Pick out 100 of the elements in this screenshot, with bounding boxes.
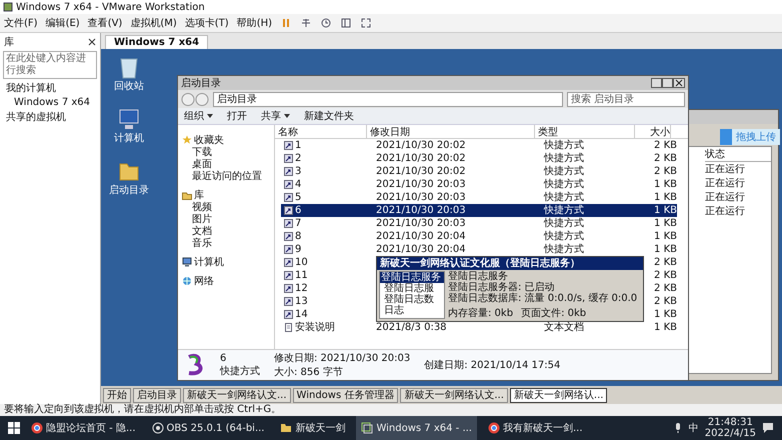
file-name[interactable]: 2 [295, 152, 302, 165]
clock[interactable]: 21:48:31 2022/4/15 [704, 417, 756, 439]
file-name: 6 [220, 352, 228, 364]
input-method-indicator[interactable]: 中 [688, 421, 699, 435]
date-cell: 2021/10/30 20:03 [376, 217, 466, 230]
file-name[interactable]: 13 [295, 295, 308, 308]
type-cell: 快捷方式 [544, 152, 584, 165]
taskbar-button[interactable]: 隐盟论坛首页 - 隐... [26, 416, 141, 440]
tree-item[interactable]: 我的计算机 [0, 81, 100, 95]
window-title: Windows 7 x64 - VMware Workstation [16, 2, 205, 12]
taskbar-button[interactable]: OBS 25.0.1 (64-bi... [146, 416, 270, 440]
file-name[interactable]: 12 [295, 282, 308, 295]
taskbar-button[interactable]: 新破天一剑 [275, 416, 350, 440]
menu-item[interactable]: 查看(V) [88, 16, 122, 30]
address-bar[interactable]: 启动目录 [213, 92, 563, 106]
fullscreen-icon[interactable] [360, 17, 372, 29]
app-icon [3, 2, 13, 12]
menu-item[interactable]: 文件(F) [4, 16, 38, 30]
tree-item[interactable]: 共享的虚拟机 [0, 110, 100, 124]
search-field[interactable]: 搜索 启动目录 [567, 92, 685, 106]
network-icon [182, 276, 192, 286]
file-name[interactable]: 3 [295, 165, 302, 178]
vm-tab[interactable]: Windows 7 x64 [105, 35, 208, 49]
network-icon[interactable] [300, 17, 312, 29]
nav-item[interactable]: 图片 [178, 214, 274, 226]
notification-icon[interactable] [762, 422, 774, 434]
shortcut-icon [284, 206, 293, 215]
taskbar-button[interactable]: 新破天一剑网络认... [510, 388, 608, 402]
file-name[interactable]: 1 [295, 139, 302, 152]
nav-item[interactable]: 音乐 [178, 238, 274, 250]
taskbar-button[interactable]: Windows 任务管理器 [292, 388, 398, 402]
windows-logo-icon[interactable] [8, 422, 20, 434]
toolbar-button[interactable]: 打开 [227, 109, 247, 123]
status-cell-text: 正在运行 [705, 176, 746, 190]
tree-item[interactable]: 登陆日志服务 [380, 272, 444, 283]
menu-item[interactable]: 虚拟机(M) [130, 16, 177, 30]
close-icon[interactable] [88, 38, 96, 46]
size-cell: 1 KB [654, 308, 677, 321]
browser-icon [31, 422, 43, 434]
toolbar-button[interactable]: 组织 [184, 109, 213, 123]
nav-item[interactable]: 计算机 [194, 255, 224, 269]
tree-item[interactable]: 登陆日志数 [380, 294, 444, 305]
file-name[interactable]: 7 [295, 217, 302, 230]
desktop-icon-label[interactable]: 启动目录 [109, 183, 149, 197]
nav-item[interactable]: 文档 [178, 226, 274, 238]
file-name[interactable]: 11 [295, 269, 308, 282]
window-controls-icon[interactable] [651, 78, 685, 88]
desktop-icon-label[interactable]: 回收站 [114, 79, 144, 93]
tree-item[interactable]: 登陆日志服 [380, 283, 444, 294]
menu-item[interactable]: 帮助(H) [236, 16, 272, 30]
menu-item[interactable]: 选项卡(T) [184, 16, 229, 30]
date-cell: 2021/10/30 20:03 [376, 178, 466, 191]
column-header[interactable]: 修改日期 [367, 125, 535, 138]
taskbar-button[interactable]: 新破天一剑网络认文... [400, 388, 508, 402]
file-name[interactable]: 14 [295, 308, 308, 321]
column-header[interactable]: 状态 [705, 147, 771, 162]
nav-item[interactable]: 网络 [194, 274, 214, 288]
size-cell: 1 KB [654, 230, 677, 243]
size-cell: 2 KB [654, 256, 677, 269]
library-icon [182, 190, 192, 200]
nav-item[interactable]: 最近访问的位置 [178, 171, 274, 183]
layout-icon[interactable] [340, 17, 352, 29]
date-cell: 2021/10/30 20:02 [376, 139, 466, 152]
file-name[interactable]: 10 [295, 256, 308, 269]
nav-item[interactable]: 收藏夹 [194, 133, 224, 147]
toolbar-button[interactable]: 新建文件夹 [304, 109, 354, 123]
file-name[interactable]: 安装说明 [295, 321, 335, 334]
taskbar-button[interactable]: 启动目录 [133, 388, 181, 402]
nav-item[interactable]: 桌面 [178, 159, 274, 171]
search-field[interactable]: 在此处键入内容进行搜索 [3, 51, 97, 79]
file-name[interactable]: 5 [295, 191, 302, 204]
desktop-icon-label[interactable]: 计算机 [114, 131, 144, 145]
shortcut-icon [284, 219, 293, 228]
file-name[interactable]: 9 [295, 243, 302, 256]
computer-icon[interactable] [118, 107, 140, 131]
shortcut-icon [284, 141, 293, 150]
size-cell: 1 KB [654, 321, 677, 334]
file-name[interactable]: 8 [295, 230, 302, 243]
date-cell: 2021/10/30 20:04 [376, 230, 466, 243]
nav-item[interactable]: 库 [194, 188, 204, 202]
column-header[interactable]: 名称 [275, 125, 367, 138]
file-name[interactable]: 4 [295, 178, 302, 191]
taskbar-button[interactable]: Windows 7 x64 - ... [356, 416, 477, 440]
clock-icon[interactable] [320, 17, 332, 29]
file-name[interactable]: 6 [295, 204, 302, 217]
taskbar-button[interactable]: 我有新破天一剑... [483, 416, 588, 440]
tree-item[interactable]: Windows 7 x64 [0, 97, 100, 108]
toolbar-button[interactable]: 共享 [261, 109, 290, 123]
type-cell: 快捷方式 [544, 165, 584, 178]
column-header[interactable]: 大小 [635, 125, 671, 138]
info-text: 登陆日志数据库: 流量 0:0.0/s, 缓存 0:0.0 [448, 293, 638, 304]
nav-item[interactable]: 视频 [178, 202, 274, 214]
status-cell-text: 正在运行 [705, 204, 746, 218]
nav-item[interactable]: 下载 [178, 147, 274, 159]
tree-item[interactable]: 日志 [380, 305, 444, 316]
start-button[interactable]: 开始 [103, 388, 131, 402]
type-cell: 快捷方式 [544, 204, 584, 217]
column-header[interactable]: 类型 [535, 125, 635, 138]
menu-item[interactable]: 编辑(E) [46, 16, 80, 30]
taskbar-button[interactable]: 新破天一剑网络认文... [183, 388, 291, 402]
